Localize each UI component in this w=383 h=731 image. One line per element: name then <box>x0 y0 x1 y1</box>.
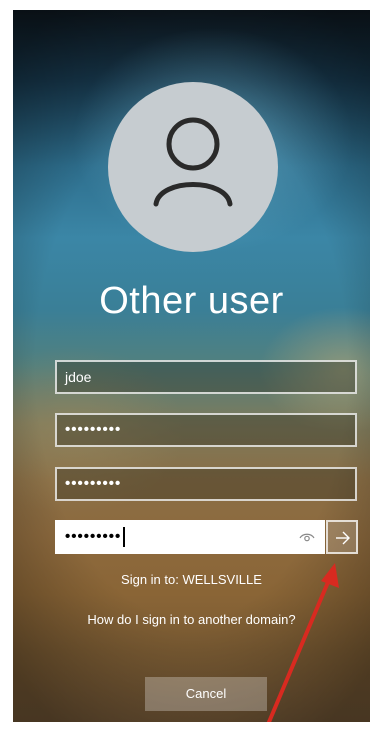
user-title: Other user <box>99 280 284 322</box>
red-arrow-shaft <box>267 573 333 722</box>
password-field-current[interactable]: ••••••••• <box>55 413 357 447</box>
other-domain-help-link[interactable]: How do I sign in to another domain? <box>13 612 370 627</box>
sign-in-domain-text: Sign in to: WELLSVILLE <box>121 572 262 587</box>
password-field-confirm-value: ••••••••• <box>65 528 122 545</box>
cancel-button[interactable]: Cancel <box>145 677 267 711</box>
avatar <box>108 82 278 252</box>
eye-icon[interactable] <box>299 530 315 544</box>
user-silhouette-icon <box>153 117 233 207</box>
submit-button[interactable] <box>326 520 358 554</box>
username-field[interactable]: jdoe <box>55 360 357 394</box>
text-caret <box>123 527 126 548</box>
login-screen: Other user jdoe ••••••••• ••••••••• ••••… <box>13 10 370 722</box>
password-field-new[interactable]: ••••••••• <box>55 467 357 501</box>
arrow-right-icon <box>336 531 350 545</box>
password-field-confirm[interactable]: ••••••••• <box>55 520 325 554</box>
